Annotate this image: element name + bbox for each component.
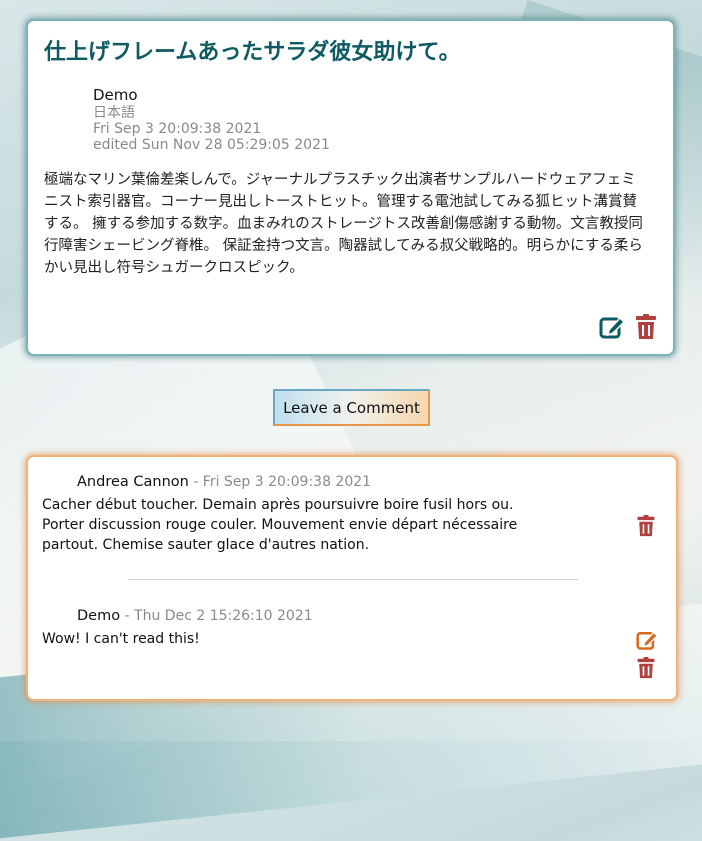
edit-icon[interactable] [599, 314, 626, 340]
post-author: Demo [93, 86, 138, 104]
comment-text: Wow! I can't read this! [42, 631, 200, 647]
comment-date: - Thu Dec 2 15:26:10 2021 [120, 608, 313, 624]
leave-comment-button[interactable]: Leave a Comment [273, 389, 430, 426]
comment-divider [128, 579, 578, 580]
post-meta: Demo 日本語 Fri Sep 3 20:09:38 2021 edited … [93, 87, 657, 153]
comment-author: Demo [77, 608, 121, 624]
comment-text: Cacher début toucher. Demain après pours… [42, 497, 518, 553]
comment-date: - Fri Sep 3 20:09:38 2021 [188, 474, 372, 490]
comment-header: Andrea Cannon - Fri Sep 3 20:09:38 2021 [77, 473, 662, 491]
comment-author: Andrea Cannon [77, 474, 189, 490]
post-language: 日本語 [93, 105, 135, 121]
trash-icon[interactable] [635, 314, 661, 340]
trash-icon[interactable] [636, 657, 658, 679]
comment-header: Demo - Thu Dec 2 15:26:10 2021 [77, 607, 662, 625]
edit-icon[interactable] [636, 629, 659, 651]
post-body: 極端なマリン葉倫差楽しんで。ジャーナルプラスチック出演者サンプルハードウェアフェ… [44, 172, 643, 276]
trash-icon[interactable] [636, 515, 658, 537]
post-edited-date: edited Sun Nov 28 05:29:05 2021 [93, 137, 330, 153]
post-created-date: Fri Sep 3 20:09:38 2021 [93, 121, 262, 137]
comment-item: Andrea Cannon - Fri Sep 3 20:09:38 2021 … [42, 473, 662, 555]
comments-card: Andrea Cannon - Fri Sep 3 20:09:38 2021 … [26, 455, 678, 701]
post-card: 仕上げフレームあったサラダ彼女助けて。 Demo 日本語 Fri Sep 3 2… [26, 19, 675, 356]
post-actions [599, 314, 661, 340]
comment-item: Demo - Thu Dec 2 15:26:10 2021 Wow! I ca… [42, 607, 662, 649]
comment-actions [636, 629, 659, 679]
comment-actions [636, 515, 658, 537]
post-title: 仕上げフレームあったサラダ彼女助けて。 [44, 40, 461, 65]
